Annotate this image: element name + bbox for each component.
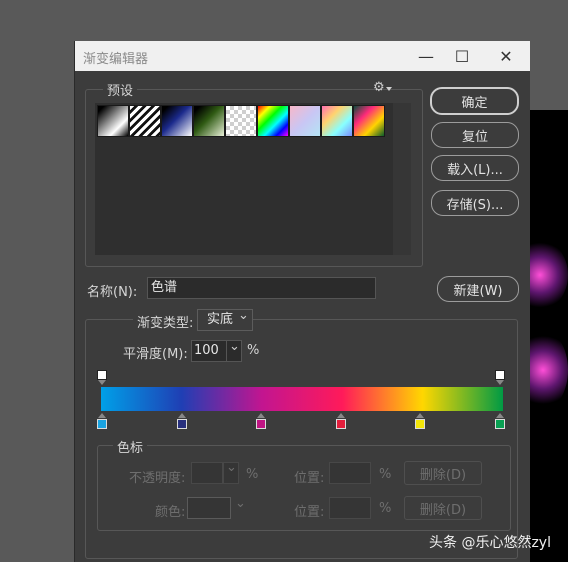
chevron-down-icon: ⌄ — [238, 308, 249, 323]
color-dropdown-icon[interactable]: ⌄ — [235, 496, 246, 511]
ok-button[interactable]: 确定 — [430, 87, 519, 115]
color-stop-pointer — [336, 413, 345, 418]
opacity-stop-pointer-left — [98, 380, 106, 385]
gradient-type-label: 渐变类型: — [133, 312, 198, 331]
presets-legend: 预设 — [103, 80, 138, 99]
color-stop[interactable] — [335, 419, 346, 429]
color-stop-pointer — [177, 413, 186, 418]
opacity-stop-right[interactable] — [495, 370, 505, 380]
new-button[interactable]: 新建(W) — [437, 276, 519, 302]
preset-swatch-foreground-to-background[interactable] — [97, 105, 129, 137]
close-icon: ✕ — [499, 46, 513, 66]
color-stop[interactable] — [415, 419, 426, 429]
presets-gear-icon[interactable]: ⚙ — [373, 80, 385, 95]
minimize-icon: — — [418, 46, 434, 66]
opacity-delete-button[interactable]: 删除(D) — [404, 461, 482, 485]
dialog-title: 渐变编辑器 — [83, 52, 149, 67]
preset-swatch-black-white[interactable] — [161, 105, 193, 137]
color-stop[interactable] — [495, 419, 505, 429]
color-position-label: 位置: — [294, 505, 325, 520]
reset-button[interactable]: 复位 — [431, 122, 519, 148]
save-button[interactable]: 存储(S)... — [431, 190, 519, 216]
opacity-stop-pointer-right — [496, 380, 504, 385]
color-stop-pointer — [496, 413, 504, 418]
preset-swatch-transparent-stripes[interactable] — [225, 105, 257, 137]
presets-scrollbar[interactable] — [393, 103, 411, 255]
color-position-unit: % — [379, 501, 392, 516]
smoothness-value: 100 — [194, 343, 219, 358]
preset-swatch-spectrum-2[interactable] — [321, 105, 353, 137]
chevron-down-icon: ⌄ — [226, 460, 237, 475]
load-button[interactable]: 载入(L)... — [431, 155, 519, 181]
stops-legend: 色标 — [113, 437, 148, 456]
opacity-dropdown[interactable]: ⌄ — [223, 460, 239, 484]
chevron-down-icon: ⌄ — [229, 339, 240, 354]
color-stop-pointer — [416, 413, 425, 418]
opacity-position-unit: % — [379, 467, 392, 482]
color-stop[interactable] — [97, 419, 107, 429]
gradient-type-value: 实底 — [207, 312, 234, 327]
smoothness-dropdown[interactable]: ⌄ — [226, 339, 242, 362]
name-input[interactable]: 色谱 — [147, 277, 376, 299]
preset-swatch-spectrum-1[interactable] — [257, 105, 289, 137]
preset-swatch-green[interactable] — [193, 105, 225, 137]
close-button[interactable]: ✕ — [485, 41, 527, 71]
opacity-stop-left[interactable] — [97, 370, 107, 380]
opacity-unit: % — [246, 467, 259, 482]
color-stop[interactable] — [176, 419, 187, 429]
gradient-preview-bar[interactable] — [101, 387, 503, 411]
color-stop-pointer — [98, 413, 106, 418]
maximize-button[interactable]: ☐ — [441, 41, 483, 71]
maximize-icon: ☐ — [454, 46, 470, 66]
color-swatch-field[interactable] — [187, 497, 231, 519]
opacity-position-input[interactable] — [329, 462, 371, 484]
smoothness-input[interactable]: 100 — [191, 340, 227, 362]
gradient-type-select[interactable]: 实底 ⌄ — [197, 308, 253, 331]
preset-swatch-foreground-to-transparent[interactable] — [129, 105, 161, 137]
color-stop-pointer — [257, 413, 266, 418]
smoothness-label: 平滑度(M): — [123, 347, 188, 362]
opacity-position-label: 位置: — [294, 471, 325, 486]
color-position-input[interactable] — [329, 497, 371, 519]
preset-swatch-spectrum-3[interactable] — [353, 105, 385, 137]
preset-swatch-pastel[interactable] — [289, 105, 321, 137]
smoothness-unit: % — [247, 343, 260, 358]
gradient-editor-dialog: 渐变编辑器 — ☐ ✕ 预设 ⚙ 确定 复位 载入(L)... 存储(S)...… — [74, 41, 530, 562]
color-delete-button[interactable]: 删除(D) — [404, 496, 482, 520]
opacity-label: 不透明度: — [129, 471, 186, 486]
opacity-input[interactable] — [191, 462, 223, 484]
color-stop[interactable] — [256, 419, 267, 429]
presets-menu-arrow-icon[interactable] — [386, 87, 392, 91]
watermark: 头条 @乐心悠然zyl — [429, 535, 551, 551]
title-bar[interactable]: 渐变编辑器 — ☐ ✕ — [75, 41, 530, 71]
name-input-value: 色谱 — [151, 280, 178, 295]
color-label: 颜色: — [155, 505, 186, 520]
name-label: 名称(N): — [87, 285, 138, 300]
